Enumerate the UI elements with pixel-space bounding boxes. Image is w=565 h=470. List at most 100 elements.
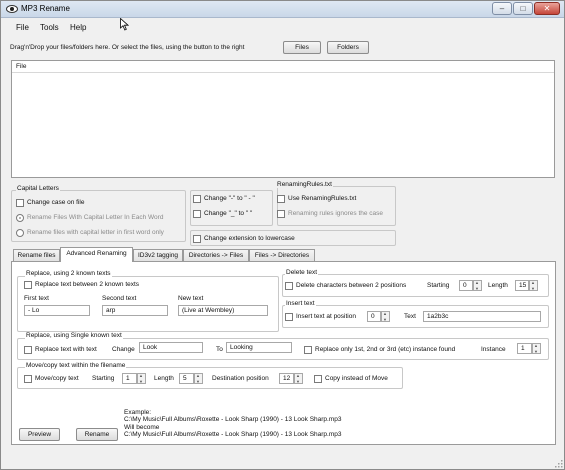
advanced-renaming-panel: Replace, using 2 known texts Replace tex… <box>11 261 556 445</box>
second-text-input[interactable]: arp <box>102 305 168 316</box>
app-window: MP3 Rename – □ ✕ File Tools Help Drag'n'… <box>0 0 565 470</box>
rules-ignore-case-checkbox[interactable] <box>277 210 285 218</box>
example-after: C:\My Music\Full Albums\Roxette - Look S… <box>124 430 342 438</box>
extension-lowercase-label: Change extension to lowercase <box>204 235 295 242</box>
delete-text-label: Delete text <box>285 269 319 276</box>
instance-spinner[interactable] <box>532 343 541 354</box>
menu-tools[interactable]: Tools <box>40 23 59 32</box>
replace-between-checkbox[interactable] <box>24 281 32 289</box>
delete-starting-label: Starting <box>427 282 450 289</box>
files-button[interactable]: Files <box>283 41 321 54</box>
change-label: Change <box>112 346 135 353</box>
delete-length-spinner[interactable] <box>529 280 538 291</box>
replace-single-label: Replace, using Single known text <box>25 332 123 339</box>
mouse-cursor-icon <box>120 18 129 31</box>
new-text-label: New text <box>178 295 204 302</box>
delete-chars-checkbox[interactable] <box>285 282 293 290</box>
move-length-input[interactable]: 5 <box>179 373 194 384</box>
move-length-spinner[interactable] <box>194 373 203 384</box>
replace-instance-label: Replace only 1st, 2nd or 3rd (etc) insta… <box>315 346 456 353</box>
file-list[interactable]: File <box>11 60 555 178</box>
menu-file[interactable]: File <box>16 23 29 32</box>
insert-text-checkbox-label: Insert text at position <box>296 313 356 320</box>
insert-text-checkbox[interactable] <box>285 313 293 321</box>
dash-replace-checkbox[interactable] <box>193 195 201 203</box>
replace-instance-checkbox[interactable] <box>304 346 312 354</box>
delete-length-label: Length <box>488 282 508 289</box>
capital-each-word-label: Rename Files With Capital Letter In Each… <box>27 214 164 221</box>
replace-between-label: Replace text between 2 known texts <box>35 281 140 288</box>
capital-first-word-label: Rename files with capital letter in firs… <box>27 229 164 236</box>
tab-rename-files[interactable]: Rename files <box>13 249 60 261</box>
use-renaming-rules-label: Use RenamingRules.txt <box>288 195 357 202</box>
example-will-become: Will become <box>124 423 160 431</box>
file-column-header[interactable]: File <box>12 61 554 73</box>
move-starting-spinner[interactable] <box>137 373 146 384</box>
destination-input[interactable]: 12 <box>279 373 294 384</box>
underscore-replace-label: Change "_" to " " <box>204 210 253 217</box>
instance-label: Instance <box>481 346 506 353</box>
title-bar[interactable]: MP3 Rename – □ ✕ <box>1 1 564 18</box>
rules-ignore-case-label: Renaming rules ignores the case <box>288 210 384 217</box>
insert-text-label: Insert text <box>285 300 316 307</box>
new-text-input[interactable]: (Live at Wembley) <box>178 305 268 316</box>
capital-letters-label: Capital Letters <box>16 185 60 192</box>
replace-two-texts-label: Replace, using 2 known texts <box>25 270 112 277</box>
use-renaming-rules-checkbox[interactable] <box>277 195 285 203</box>
close-button[interactable]: ✕ <box>534 2 560 15</box>
preview-button[interactable]: Preview <box>19 428 60 441</box>
insert-position-spinner[interactable] <box>381 311 390 322</box>
renaming-rules-group <box>277 186 396 226</box>
eye-app-icon <box>6 5 18 13</box>
to-input[interactable]: Looking <box>226 342 292 353</box>
renaming-rules-label: RenamingRules.txt <box>276 181 333 188</box>
insert-position-input[interactable]: 0 <box>367 311 381 322</box>
drag-drop-instruction: Drag'n'Drop your files/folders here. Or … <box>10 44 245 51</box>
move-starting-input[interactable]: 1 <box>122 373 137 384</box>
insert-text-field-label: Text <box>404 313 416 320</box>
destination-label: Destination position <box>212 375 269 382</box>
menu-bar: File Tools Help <box>1 19 564 35</box>
tab-id3v2-tagging[interactable]: ID3v2 tagging <box>133 249 183 261</box>
move-starting-label: Starting <box>92 375 115 382</box>
dash-replace-label: Change "-" to " - " <box>204 195 255 202</box>
tab-files-to-directories[interactable]: Files -> Directories <box>249 249 315 261</box>
move-length-label: Length <box>154 375 174 382</box>
second-text-label: Second text <box>102 295 137 302</box>
move-copy-checkbox[interactable] <box>24 375 32 383</box>
move-copy-label: Move/copy text within the filename <box>25 362 127 369</box>
copy-instead-checkbox[interactable] <box>314 375 322 383</box>
replace-with-checkbox[interactable] <box>24 346 32 354</box>
delete-starting-spinner[interactable] <box>473 280 482 291</box>
example-text: Example: C:\My Music\Full Albums\Roxette… <box>124 409 341 438</box>
delete-chars-label: Delete characters between 2 positions <box>296 282 407 289</box>
first-text-label: First text <box>24 295 49 302</box>
insert-text-input[interactable]: 1a2b3c <box>423 311 541 322</box>
delete-starting-input[interactable]: 0 <box>459 280 473 291</box>
extension-lowercase-checkbox[interactable] <box>193 235 201 243</box>
destination-spinner[interactable] <box>294 373 303 384</box>
change-case-checkbox[interactable] <box>16 199 24 207</box>
resize-grip-icon[interactable] <box>554 459 563 468</box>
menu-help[interactable]: Help <box>70 23 86 32</box>
delete-length-input[interactable]: 15 <box>515 280 529 291</box>
window-title: MP3 Rename <box>21 4 70 13</box>
tab-directories-to-files[interactable]: Directories -> Files <box>183 249 249 261</box>
maximize-button[interactable]: □ <box>513 2 533 15</box>
underscore-replace-checkbox[interactable] <box>193 210 201 218</box>
to-label: To <box>216 346 223 353</box>
minimize-button[interactable]: – <box>492 2 512 15</box>
folders-button[interactable]: Folders <box>327 41 369 54</box>
example-heading: Example: <box>124 409 152 416</box>
first-text-input[interactable]: - Lo <box>24 305 90 316</box>
copy-instead-label: Copy instead of Move <box>325 375 388 382</box>
tab-advanced-renaming[interactable]: Advanced Renaming <box>60 247 133 262</box>
replace-with-label: Replace text with text <box>35 346 97 353</box>
rename-button[interactable]: Rename <box>76 428 118 441</box>
file-column-label: File <box>16 63 27 70</box>
move-copy-checkbox-label: Move/copy text <box>35 375 79 382</box>
instance-input[interactable]: 1 <box>517 343 532 354</box>
change-input[interactable]: Look <box>139 342 203 353</box>
capital-each-word-radio[interactable] <box>16 214 24 222</box>
capital-first-word-radio[interactable] <box>16 229 24 237</box>
